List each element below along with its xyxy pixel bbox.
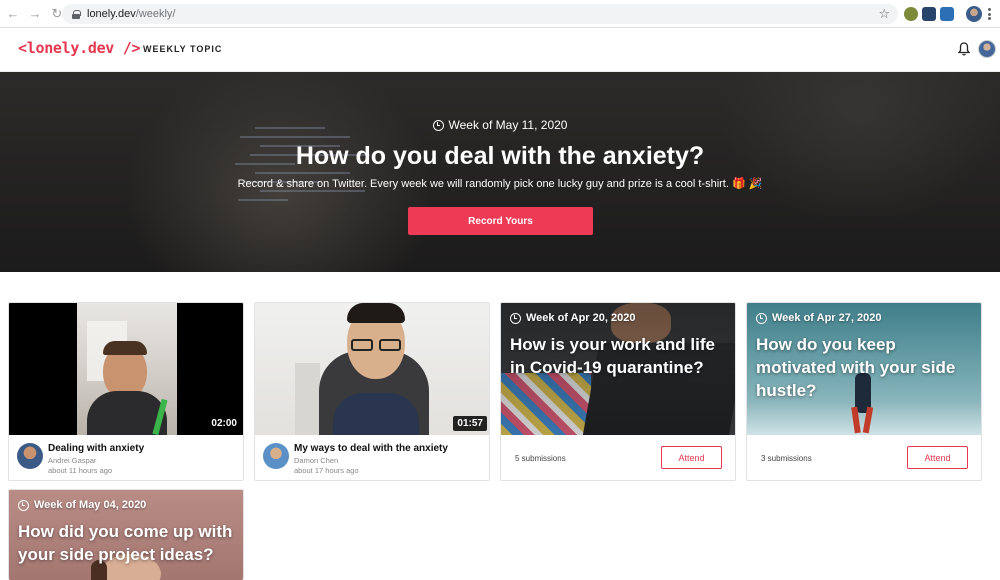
forward-icon[interactable]: → [26, 5, 44, 23]
video-time: about 11 hours ago [48, 466, 113, 475]
submission-count: 3 submissions [761, 454, 812, 463]
topic-image[interactable]: Week of Apr 20, 2020 How is your work an… [501, 303, 735, 435]
topic-card[interactable]: Week of May 04, 2020 How did you come up… [8, 489, 244, 580]
video-duration: 01:57 [453, 416, 487, 431]
topic-week: Week of Apr 20, 2020 [510, 312, 635, 324]
back-icon[interactable]: ← [4, 5, 22, 23]
hero-subtitle: Record & share on Twitter. Every week we… [237, 178, 763, 190]
video-author: Andrei Gaspar [48, 456, 97, 465]
topic-week-label: Week of Apr 27, 2020 [772, 312, 882, 324]
topic-card[interactable]: Week of Apr 20, 2020 How is your work an… [500, 302, 736, 481]
topic-week-label: Week of Apr 20, 2020 [526, 312, 636, 324]
video-thumbnail[interactable]: 01:57 [255, 303, 489, 435]
video-card[interactable]: 01:57 My ways to deal with the anxiety D… [254, 302, 490, 481]
topic-week: Week of Apr 27, 2020 [756, 312, 881, 324]
extension-icon[interactable] [904, 7, 918, 21]
url-host: lonely.dev [87, 8, 136, 20]
hero-week-label: Week of May 11, 2020 [448, 118, 568, 132]
user-avatar[interactable] [978, 40, 996, 58]
bell-icon[interactable] [958, 42, 970, 56]
hero-banner: Week of May 11, 2020 How do you deal wit… [0, 72, 1000, 272]
logo[interactable]: <lonely.dev /> [18, 39, 141, 57]
avatar [17, 443, 43, 469]
topic-title[interactable]: How did you come up with your side proje… [18, 520, 238, 566]
clock-icon [510, 312, 521, 324]
clock-icon [432, 119, 444, 131]
star-icon[interactable]: ☆ [878, 6, 890, 22]
video-duration: 02:00 [207, 416, 241, 431]
nav-weekly-topic[interactable]: WEEKLY TOPIC [143, 44, 222, 54]
browser-menu-icon[interactable] [988, 8, 991, 20]
avatar [263, 443, 289, 469]
video-title[interactable]: Dealing with anxiety [48, 443, 144, 454]
topic-image[interactable]: Week of Apr 27, 2020 How do you keep mot… [747, 303, 981, 435]
topic-week: Week of May 04, 2020 [18, 499, 146, 511]
video-card[interactable]: 02:00 Dealing with anxiety Andrei Gaspar… [8, 302, 244, 481]
record-yours-button[interactable]: Record Yours [408, 207, 593, 235]
extension-icon[interactable] [922, 7, 936, 21]
topic-image[interactable]: Week of May 04, 2020 How did you come up… [9, 490, 243, 580]
attend-button[interactable]: Attend [907, 446, 968, 469]
video-author: Damon Chen [294, 456, 339, 465]
submission-count: 5 submissions [515, 454, 566, 463]
video-title[interactable]: My ways to deal with the anxiety [294, 443, 448, 454]
browser-toolbar: ← → ↻ lonely.dev/weekly/ ☆ [0, 0, 1000, 28]
extension-icon[interactable] [940, 7, 954, 21]
attend-button[interactable]: Attend [661, 446, 722, 469]
video-time: about 17 hours ago [294, 466, 359, 475]
clock-icon [18, 499, 29, 511]
url-path: /weekly/ [135, 8, 176, 20]
lock-icon [72, 9, 81, 19]
topic-week-label: Week of May 04, 2020 [34, 499, 147, 511]
topic-card[interactable]: Week of Apr 27, 2020 How do you keep mot… [746, 302, 982, 481]
hero-title: How do you deal with the anxiety? [295, 142, 705, 170]
clock-icon [756, 312, 767, 324]
address-bar[interactable]: lonely.dev/weekly/ ☆ [62, 4, 898, 24]
site-header: <lonely.dev /> WEEKLY TOPIC [0, 28, 1000, 72]
topic-title[interactable]: How do you keep motivated with your side… [756, 333, 976, 402]
hero-week: Week of May 11, 2020 [0, 118, 1000, 132]
browser-profile-avatar[interactable] [966, 6, 982, 22]
topic-title[interactable]: How is your work and life in Covid-19 qu… [510, 333, 730, 379]
video-thumbnail[interactable]: 02:00 [9, 303, 243, 435]
